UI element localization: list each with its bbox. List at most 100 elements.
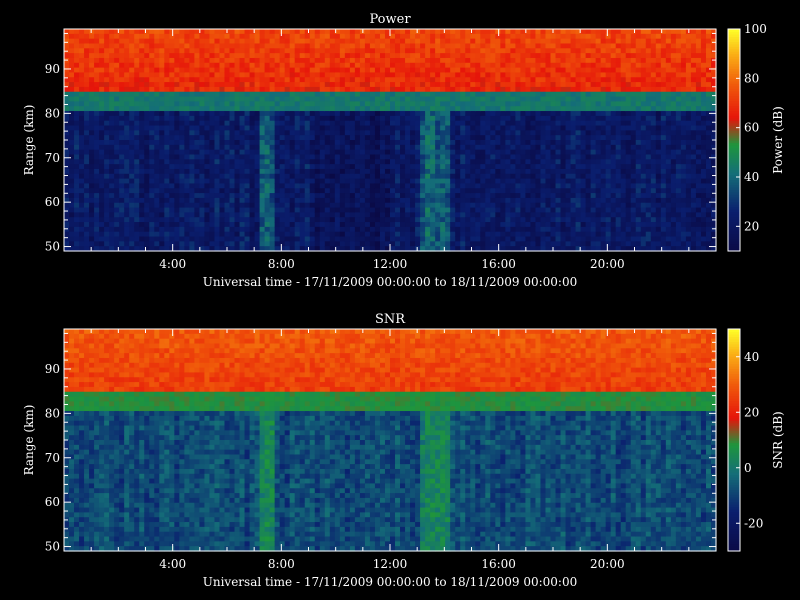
- heatmap-cell: [124, 106, 130, 112]
- heatmap-cell: [410, 197, 416, 204]
- heatmap-cell: [89, 38, 95, 45]
- heatmap-cell: [199, 48, 206, 54]
- heatmap-cell: [114, 149, 120, 156]
- heatmap-cell: [89, 125, 95, 131]
- heatmap-cell: [369, 212, 376, 218]
- heatmap-cell: [379, 53, 386, 59]
- heatmap-cell: [475, 135, 481, 141]
- heatmap-cell: [299, 101, 306, 107]
- heatmap-cell: [319, 178, 326, 185]
- heatmap-cell: [339, 222, 346, 228]
- heatmap-cell: [159, 135, 165, 141]
- heatmap-cell: [324, 236, 331, 242]
- heatmap-cell: [154, 168, 160, 175]
- heatmap-cell: [99, 43, 105, 49]
- heatmap-cell: [184, 207, 190, 213]
- heatmap-cell: [384, 57, 391, 64]
- heatmap-cell: [64, 67, 70, 74]
- heatmap-cell: [354, 29, 361, 35]
- heatmap-cell: [565, 53, 572, 59]
- heatmap-cell: [510, 140, 516, 146]
- heatmap-cell: [344, 130, 351, 136]
- heatmap-cell: [405, 154, 411, 160]
- heatmap-cell: [475, 120, 481, 127]
- heatmap-cell: [525, 193, 532, 199]
- heatmap-cell: [159, 144, 165, 151]
- heatmap-cell: [314, 207, 321, 213]
- heatmap-cell: [294, 159, 301, 165]
- heatmap-cell: [74, 135, 80, 141]
- heatmap-cell: [204, 164, 211, 170]
- heatmap-cell: [159, 125, 165, 131]
- heatmap-cell: [139, 236, 145, 242]
- heatmap-cell: [440, 67, 446, 74]
- heatmap-cell: [64, 72, 70, 78]
- heatmap-cell: [174, 96, 180, 102]
- heatmap-cell: [540, 62, 547, 69]
- heatmap-cell: [590, 62, 597, 69]
- heatmap-cell: [254, 96, 261, 102]
- heatmap-cell: [334, 212, 341, 218]
- heatmap-cell: [425, 91, 431, 98]
- heatmap-cell: [450, 140, 456, 146]
- heatmap-cell: [69, 164, 75, 170]
- heatmap-cell: [530, 96, 537, 102]
- heatmap-cell: [425, 96, 431, 102]
- heatmap-cell: [249, 57, 256, 64]
- heatmap-cell: [264, 193, 271, 199]
- heatmap-cell: [550, 106, 557, 112]
- heatmap-cell: [379, 106, 386, 112]
- heatmap-cell: [329, 149, 336, 156]
- heatmap-cell: [535, 82, 542, 88]
- heatmap-cell: [450, 115, 456, 122]
- heatmap-cell: [204, 135, 211, 141]
- heatmap-cell: [470, 183, 476, 189]
- heatmap-cell: [490, 183, 496, 189]
- heatmap-cell: [109, 144, 115, 151]
- heatmap-cell: [580, 43, 587, 49]
- heatmap-cell: [104, 241, 110, 247]
- heatmap-cell: [314, 82, 321, 88]
- heatmap-cell: [174, 183, 180, 189]
- heatmap-cell: [169, 29, 175, 35]
- heatmap-cell: [264, 29, 271, 35]
- heatmap-cell: [460, 236, 466, 242]
- heatmap-cell: [274, 154, 281, 160]
- heatmap-cell: [440, 135, 446, 141]
- heatmap-cell: [314, 48, 321, 54]
- heatmap-cell: [319, 207, 326, 213]
- heatmap-cell: [304, 168, 311, 175]
- heatmap-cell: [269, 91, 276, 98]
- heatmap-cell: [500, 72, 506, 78]
- heatmap-cell: [400, 222, 406, 228]
- heatmap-cell: [490, 125, 496, 131]
- heatmap-cell: [445, 62, 451, 69]
- heatmap-cell: [214, 77, 221, 83]
- heatmap-cell: [324, 144, 331, 151]
- heatmap-cell: [565, 82, 572, 88]
- heatmap-cell: [199, 82, 206, 88]
- heatmap-cell: [169, 241, 175, 247]
- heatmap-cell: [194, 202, 201, 209]
- heatmap-cell: [415, 149, 421, 156]
- heatmap-cell: [595, 217, 602, 223]
- heatmap-cell: [565, 106, 572, 112]
- heatmap-cell: [299, 111, 306, 117]
- heatmap-cell: [550, 231, 557, 238]
- heatmap-cell: [480, 168, 486, 175]
- heatmap-cell: [430, 130, 436, 136]
- heatmap-cell: [324, 164, 331, 170]
- heatmap-cell: [119, 140, 125, 146]
- heatmap-cell: [545, 48, 552, 54]
- heatmap-cell: [194, 91, 201, 98]
- heatmap-cell: [74, 149, 80, 156]
- heatmap-cell: [390, 96, 396, 102]
- heatmap-cell: [540, 130, 547, 136]
- heatmap-cell: [359, 236, 366, 242]
- heatmap-cell: [149, 212, 155, 218]
- heatmap-cell: [334, 226, 341, 233]
- heatmap-cell: [139, 91, 145, 98]
- heatmap-cell: [545, 62, 552, 69]
- heatmap-cell: [304, 140, 311, 146]
- heatmap-cell: [204, 38, 211, 45]
